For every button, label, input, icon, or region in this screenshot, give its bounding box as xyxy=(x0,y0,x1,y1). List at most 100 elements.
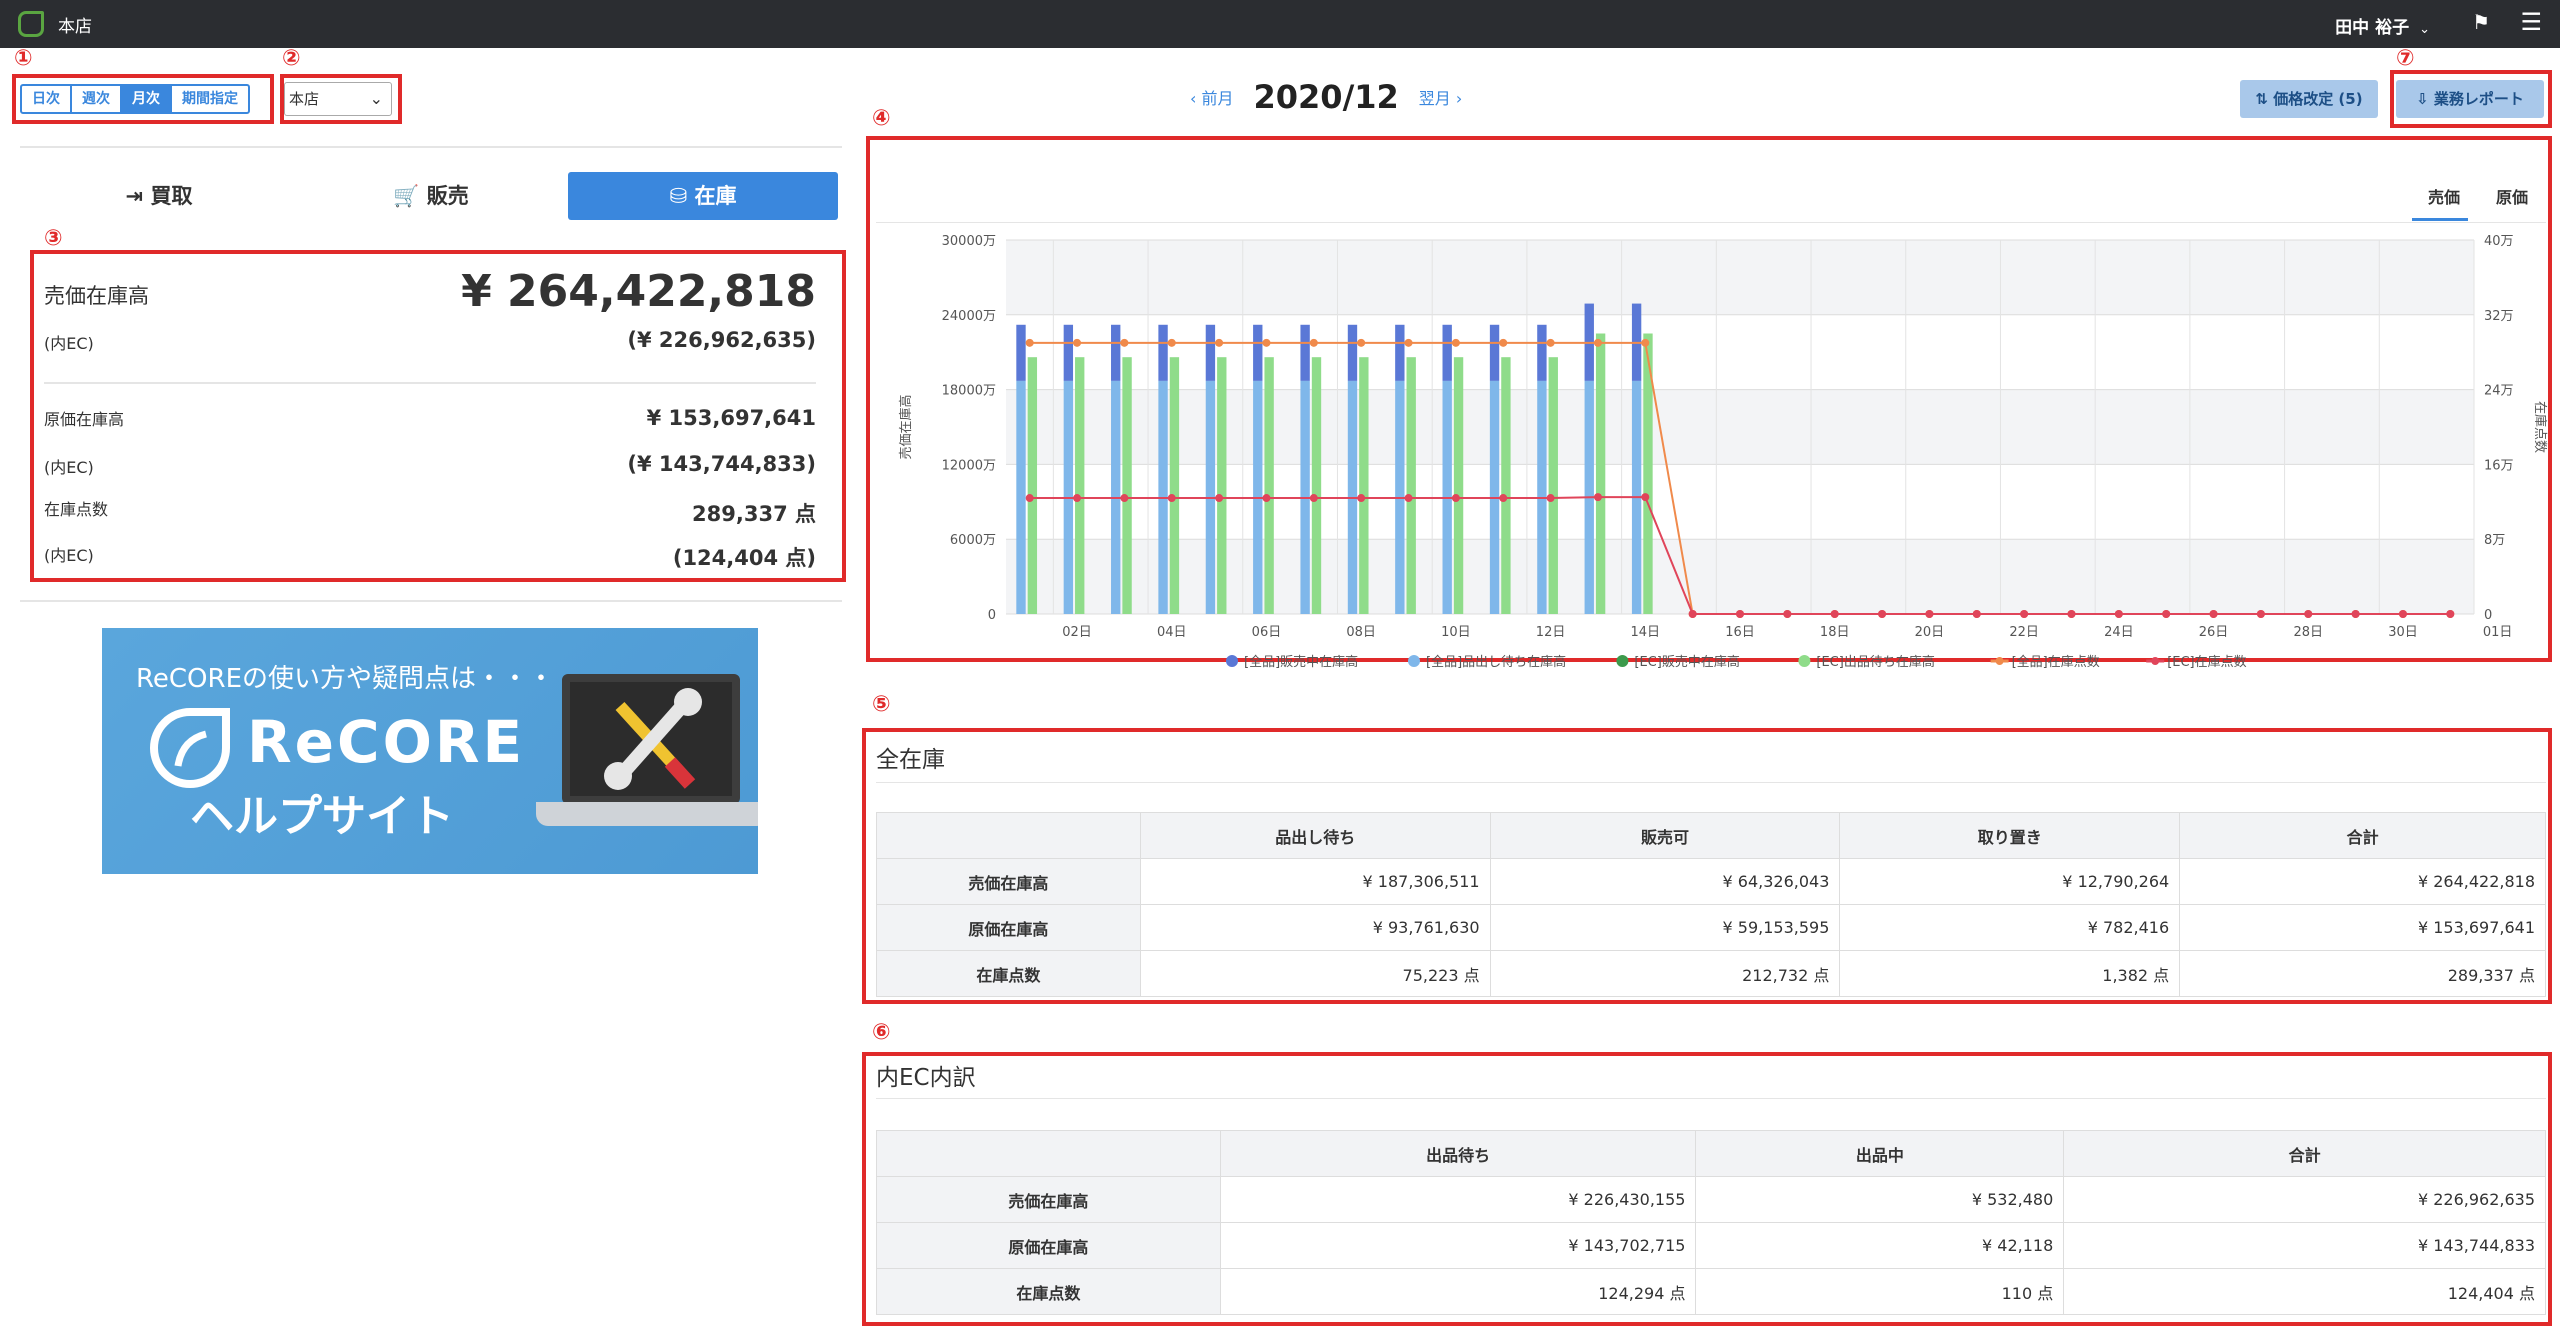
sales-stock-value: ¥ 264,422,818 xyxy=(461,266,816,317)
legend-label: [EC]出品待ち在庫高 xyxy=(1816,654,1934,670)
bar xyxy=(1347,324,1358,381)
y2-axis-label: 在庫点数 xyxy=(2532,401,2547,453)
prev-month-link[interactable]: ‹ 前月 xyxy=(1190,85,1234,109)
legend-marker xyxy=(1408,655,1420,667)
store-select[interactable]: 本店 ⌄ xyxy=(284,82,392,116)
column-header: 合計 xyxy=(2063,1130,2546,1177)
data-point xyxy=(1357,338,1366,347)
marker-4: ④ xyxy=(872,106,891,131)
data-point xyxy=(1451,494,1460,503)
bar xyxy=(1111,324,1121,381)
chevron-down-icon: ⌄ xyxy=(2419,22,2430,37)
recore-logo-icon[interactable] xyxy=(18,11,44,37)
banner-line-1: ReCOREの使い方や疑問点は・・・ xyxy=(136,664,555,694)
column-header xyxy=(876,812,1141,859)
help-site-banner[interactable]: ReCOREの使い方や疑問点は・・・ ReCORE ヘルプサイト xyxy=(102,628,758,874)
column-header: 出品中 xyxy=(1695,1130,2065,1177)
tab-sales[interactable]: 🛒 販売 xyxy=(296,172,566,220)
flag-icon[interactable]: ⚑ xyxy=(2472,10,2490,34)
x-tick-label: 20日 xyxy=(1915,625,1945,640)
bar xyxy=(1489,324,1500,381)
bar xyxy=(1595,333,1606,614)
data-point xyxy=(1546,494,1555,503)
period-button-0[interactable]: 日次 xyxy=(20,84,72,114)
user-menu[interactable]: 田中 裕子 ⌄ xyxy=(2335,13,2430,38)
column-header: 品出し待ち xyxy=(1139,812,1491,859)
active-tab-underline xyxy=(2412,218,2468,221)
cost-ec-label: (内EC) xyxy=(44,458,94,477)
data-point xyxy=(1167,338,1176,347)
table-row: 売価在庫高 ¥ 187,306,511 ¥ 64,326,043 ¥ 12,790,2… xyxy=(876,858,2546,905)
legend-item: [EC]在庫点数 xyxy=(2146,655,2247,670)
bar xyxy=(1016,324,1026,381)
chart-tab-cost[interactable]: 原価 xyxy=(2496,184,2528,208)
data-point xyxy=(2256,610,2265,618)
table-cell: ¥ 93,761,630 xyxy=(1139,904,1491,951)
data-point xyxy=(2351,610,2360,618)
x-tick-label: 06日 xyxy=(1252,625,1282,640)
divider xyxy=(876,782,2546,783)
top-bar: 本店 田中 裕子 ⌄ ⚑ ☰ xyxy=(0,0,2560,48)
tools-icon xyxy=(604,688,702,790)
next-month-link[interactable]: 翌月 › xyxy=(1419,85,1463,109)
divider xyxy=(20,600,842,602)
bar xyxy=(1537,324,1547,381)
data-point xyxy=(1830,610,1839,618)
row-header: 原価在庫高 xyxy=(876,1222,1221,1269)
table-cell: 212,732 点 xyxy=(1489,950,1841,997)
x-tick-label: 22日 xyxy=(2009,625,2039,640)
tab-inventory[interactable]: ⛁ 在庫 xyxy=(568,172,838,220)
table-cell: 124,294 点 xyxy=(1219,1268,1697,1315)
legend-marker xyxy=(2151,657,2160,665)
x-tick-label: 02日 xyxy=(1062,625,1092,640)
period-button-1[interactable]: 週次 xyxy=(70,84,122,114)
legend-item: [EC]出品待ち在庫高 xyxy=(1798,654,1935,670)
bar xyxy=(1311,357,1322,614)
column-header: 取り置き xyxy=(1839,812,2181,859)
data-point xyxy=(1783,610,1792,618)
price-change-button[interactable]: ⇅ 価格改定 (5) xyxy=(2240,80,2378,118)
data-point xyxy=(1404,338,1413,347)
row-header: 売価在庫高 xyxy=(876,858,1141,905)
hamburger-menu-icon[interactable]: ☰ xyxy=(2520,8,2542,36)
marker-1: ① xyxy=(14,46,33,71)
y-tick-label: 30000万 xyxy=(942,234,996,249)
data-point xyxy=(1499,338,1508,347)
table-row: 在庫点数 75,223 点 212,732 点 1,382 点 289,337 点 xyxy=(876,950,2546,997)
table-cell: 1,382 点 xyxy=(1839,950,2181,997)
business-report-button[interactable]: ⇩ 業務レポート xyxy=(2396,80,2544,118)
table-cell: ¥ 782,416 xyxy=(1839,904,2181,951)
banner-line-2: ReCORE xyxy=(247,708,526,776)
y-tick-label: 12000万 xyxy=(942,458,996,473)
data-point xyxy=(2304,610,2313,618)
row-header: 在庫点数 xyxy=(876,1268,1221,1315)
legend-item: [全品]品出し待ち在庫高 xyxy=(1408,654,1566,670)
data-point xyxy=(2162,610,2171,618)
table-header-row: 品出し待ち 販売可 取り置き 合計 xyxy=(876,812,2546,859)
bar xyxy=(1359,357,1369,614)
x-tick-label: 08日 xyxy=(1346,625,1376,640)
current-month: 2020/12 xyxy=(1253,78,1399,116)
legend-label: [EC]在庫点数 xyxy=(2167,655,2246,670)
data-point xyxy=(1120,494,1129,503)
tab-purchase[interactable]: ⇥ 買取 xyxy=(24,172,294,220)
period-button-2[interactable]: 月次 xyxy=(120,84,172,114)
data-point xyxy=(1641,338,1650,347)
period-button-3[interactable]: 期間指定 xyxy=(170,84,250,114)
y2-tick-label: 32万 xyxy=(2484,309,2514,324)
table-cell: 75,223 点 xyxy=(1139,950,1491,997)
marker-2: ② xyxy=(282,46,301,71)
x-tick-label: 01日 xyxy=(2483,625,2513,640)
data-point xyxy=(1262,338,1271,347)
legend-marker xyxy=(1616,655,1629,667)
chart-tab-sales[interactable]: 売価 xyxy=(2428,184,2460,208)
all-stock-table: 品出し待ち 販売可 取り置き 合計 売価在庫高 ¥ 187,306,511 ¥ 64,326… xyxy=(876,812,2546,997)
data-point xyxy=(2398,610,2407,618)
table-cell: 110 点 xyxy=(1695,1268,2065,1315)
x-tick-label: 16日 xyxy=(1725,625,1755,640)
legend-label: [EC]販売中在庫高 xyxy=(1634,654,1739,670)
stock-count-value: 289,337 点 xyxy=(692,502,816,526)
chart-tab-divider xyxy=(876,222,2546,223)
legend-marker xyxy=(1226,655,1238,667)
grid-band xyxy=(1006,240,2474,315)
